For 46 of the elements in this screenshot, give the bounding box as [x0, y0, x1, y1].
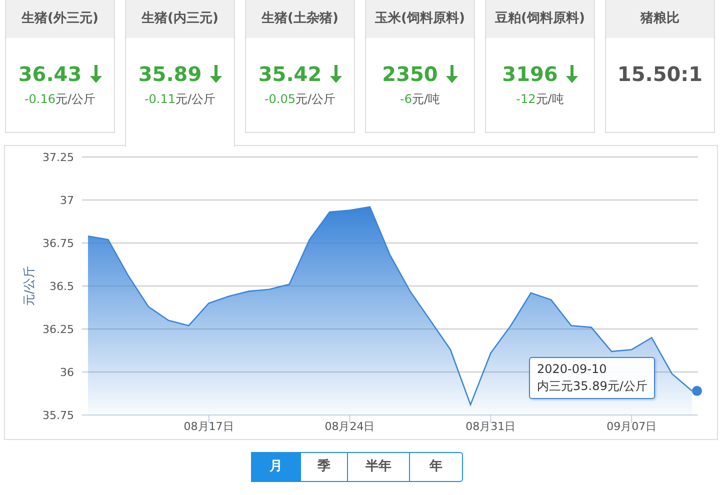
tab-title: 生猪(土杂猪) — [246, 0, 354, 38]
range-tab[interactable]: 年 — [409, 452, 463, 482]
tab-title: 猪粮比 — [606, 0, 714, 38]
price-change: -12 — [516, 91, 536, 108]
x-tick-label: 08月31日 — [466, 420, 516, 433]
tab-title: 豆粕(饲料原料) — [486, 0, 594, 38]
price-tab[interactable]: 生猪(内三元) 35.89 -0.11元/公斤 — [125, 0, 235, 147]
y-tick-label: 35.75 — [42, 409, 74, 422]
tab-title: 生猪(外三元) — [6, 0, 114, 38]
price-unit: 元/吨 — [536, 91, 564, 108]
price-value: 36.43 — [18, 61, 82, 88]
price-change: -0.05 — [264, 91, 296, 108]
x-tick-label: 08月17日 — [184, 420, 234, 433]
x-tick-label: 09月07日 — [606, 420, 657, 433]
price-unit: 元/公斤 — [176, 91, 216, 108]
price-value: 35.89 — [138, 61, 202, 88]
price-value: 15.50:1 — [617, 61, 703, 88]
price-tab[interactable]: 玉米(饲料原料) 2350 -6元/吨 — [365, 0, 475, 133]
price-unit: 元/公斤 — [296, 91, 336, 108]
y-tick-label: 36.25 — [42, 323, 74, 336]
price-value: 3196 — [502, 61, 558, 88]
tab-title: 生猪(内三元) — [126, 0, 234, 38]
y-axis-title: 元/公斤 — [22, 266, 36, 306]
y-tick-label: 36 — [60, 366, 74, 379]
tooltip-value: 内三元35.89元/公斤 — [537, 378, 648, 395]
price-unit: 元/公斤 — [56, 91, 96, 108]
price-value: 2350 — [382, 61, 438, 88]
price-change: -0.11 — [144, 91, 176, 108]
price-change: -6 — [400, 91, 412, 108]
y-tick-label: 36.75 — [42, 237, 74, 250]
y-tick-label: 36.5 — [50, 280, 74, 293]
price-tab[interactable]: 猪粮比 15.50:1 — [605, 0, 715, 133]
tooltip-date: 2020-09-10 — [537, 361, 608, 378]
price-unit: 元/吨 — [412, 91, 440, 108]
range-tab[interactable]: 季 — [300, 452, 348, 482]
y-tick-label: 37.25 — [42, 151, 74, 164]
price-tab[interactable]: 豆粕(饲料原料) 3196 -12元/吨 — [485, 0, 595, 133]
price-tab[interactable]: 生猪(外三元) 36.43 -0.16元/公斤 — [5, 0, 115, 133]
y-tick-label: 37 — [60, 194, 74, 207]
range-tab[interactable]: 半年 — [347, 452, 410, 482]
price-tab[interactable]: 生猪(土杂猪) 35.42 -0.05元/公斤 — [245, 0, 355, 133]
x-tick-label: 08月24日 — [324, 420, 375, 433]
tab-title: 玉米(饲料原料) — [366, 0, 474, 38]
price-value: 35.42 — [258, 61, 322, 88]
price-change: -0.16 — [24, 91, 56, 108]
data-point-marker — [692, 386, 702, 396]
